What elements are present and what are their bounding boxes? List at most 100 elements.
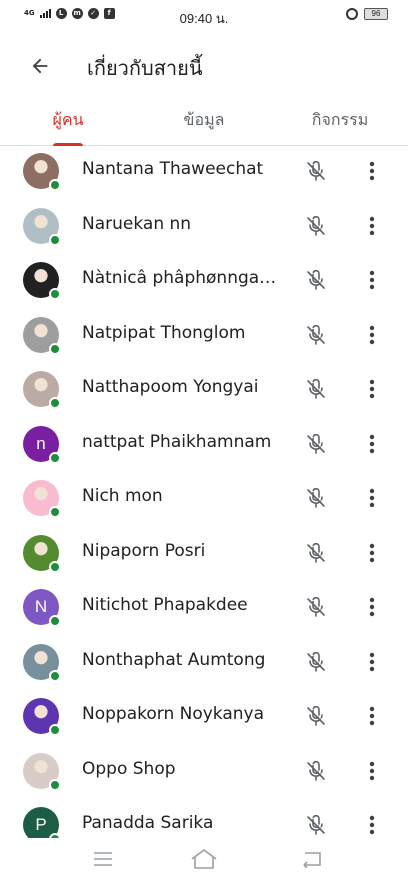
mic-status-button[interactable] bbox=[302, 539, 330, 567]
mic-off-icon bbox=[307, 760, 325, 781]
nav-back-button[interactable] bbox=[296, 846, 326, 872]
avatar bbox=[23, 643, 61, 682]
avatar bbox=[23, 153, 61, 191]
mic-status-button[interactable] bbox=[302, 266, 330, 294]
presence-indicator bbox=[49, 233, 61, 246]
mic-status-button[interactable] bbox=[302, 212, 330, 240]
participant-name: Panadda Sarika bbox=[82, 813, 214, 833]
participant-row[interactable]: N Nitichot Phapakdee bbox=[0, 580, 408, 634]
avatar bbox=[23, 698, 61, 736]
participant-name: Nantana Thaweechat bbox=[82, 159, 264, 179]
participant-row[interactable]: Natpipat Thonglom bbox=[0, 308, 408, 362]
participant-more-button[interactable] bbox=[358, 648, 386, 676]
nav-menu-button[interactable] bbox=[88, 846, 118, 872]
presence-indicator bbox=[49, 451, 61, 464]
participant-row[interactable]: Nipaporn Posri bbox=[0, 526, 408, 580]
participant-row[interactable]: Noppakorn Noykanya bbox=[0, 689, 408, 743]
participant-name: Natpipat Thonglom bbox=[82, 322, 246, 343]
more-vert-icon bbox=[369, 543, 375, 562]
participant-name: Nàtnicâ phâphønngamø bbox=[82, 268, 282, 288]
more-vert-icon bbox=[369, 761, 375, 780]
tab-people[interactable]: ผู้คน bbox=[32, 96, 104, 146]
arrow-left-icon bbox=[32, 58, 48, 74]
nav-home-button[interactable] bbox=[189, 846, 219, 872]
tab-activity[interactable]: กิจกรรม bbox=[300, 96, 380, 145]
participant-row[interactable]: P Panadda Sarika bbox=[0, 798, 408, 838]
mic-status-button[interactable] bbox=[302, 593, 330, 621]
avatar bbox=[23, 316, 61, 355]
tab-bar: ผู้คน ข้อมูล กิจกรรม bbox=[0, 96, 408, 146]
participant-more-button[interactable] bbox=[358, 811, 386, 838]
presence-indicator bbox=[49, 778, 61, 791]
presence-indicator bbox=[49, 288, 61, 300]
mic-status-button[interactable] bbox=[302, 157, 330, 185]
participant-row[interactable]: n nattpat Phaikhamnam bbox=[0, 417, 408, 471]
back-button[interactable] bbox=[24, 50, 56, 82]
back-icon bbox=[303, 852, 321, 868]
mic-status-button[interactable] bbox=[302, 321, 330, 349]
tab-activity-label: กิจกรรม bbox=[311, 110, 369, 129]
presence-indicator bbox=[49, 669, 61, 682]
more-vert-icon bbox=[369, 597, 375, 617]
participant-more-button[interactable] bbox=[358, 212, 386, 240]
mic-off-icon bbox=[307, 160, 325, 181]
mic-off-icon bbox=[307, 378, 325, 399]
participant-name: Nitichot Phapakdee bbox=[82, 595, 248, 615]
status-right: 96 bbox=[346, 8, 388, 20]
mic-status-button[interactable] bbox=[302, 484, 330, 512]
participant-row[interactable]: Nonthaphat Aumtong bbox=[0, 635, 408, 689]
page-title: เกี่ยวกับสายนี้ bbox=[87, 56, 203, 80]
battery-icon: 96 bbox=[364, 8, 388, 20]
participant-row[interactable]: Natthapoom Yongyai bbox=[0, 362, 408, 416]
participant-more-button[interactable] bbox=[358, 157, 386, 185]
mic-off-icon bbox=[307, 814, 325, 835]
participant-name: Naruekan nn bbox=[82, 213, 192, 234]
participant-name: Nipaporn Posri bbox=[82, 540, 206, 561]
participant-name: Natthapoom Yongyai bbox=[82, 377, 259, 397]
participant-more-button[interactable] bbox=[358, 266, 386, 294]
mic-off-icon bbox=[307, 596, 325, 617]
mic-status-button[interactable] bbox=[302, 702, 330, 730]
tab-info[interactable]: ข้อมูล bbox=[166, 96, 242, 145]
participant-more-button[interactable] bbox=[358, 430, 386, 458]
participant-more-button[interactable] bbox=[358, 375, 386, 403]
mic-status-button[interactable] bbox=[302, 811, 330, 838]
participant-more-button[interactable] bbox=[358, 702, 386, 730]
mic-off-icon bbox=[307, 215, 325, 236]
mic-status-button[interactable] bbox=[302, 375, 330, 403]
system-nav-bar bbox=[0, 838, 408, 883]
more-vert-icon bbox=[369, 488, 375, 508]
mic-off-icon bbox=[307, 542, 325, 563]
participant-name: nattpat Phaikhamnam bbox=[82, 431, 272, 452]
presence-indicator bbox=[49, 506, 61, 518]
participant-row[interactable]: Naruekan nn bbox=[0, 199, 408, 253]
avatar bbox=[23, 207, 61, 246]
participant-row[interactable]: Nich mon bbox=[0, 471, 408, 525]
mic-status-button[interactable] bbox=[302, 757, 330, 785]
presence-indicator bbox=[49, 724, 61, 736]
participant-more-button[interactable] bbox=[358, 321, 386, 349]
mic-off-icon bbox=[307, 487, 325, 508]
more-vert-icon bbox=[369, 652, 375, 671]
participant-row[interactable]: Nàtnicâ phâphønngamø bbox=[0, 253, 408, 307]
participant-more-button[interactable] bbox=[358, 757, 386, 785]
mic-status-button[interactable] bbox=[302, 648, 330, 676]
more-vert-icon bbox=[369, 270, 375, 290]
more-vert-icon bbox=[369, 434, 375, 453]
participant-row[interactable]: Oppo Shop bbox=[0, 744, 408, 798]
participant-name: Oppo Shop bbox=[82, 758, 176, 779]
participant-name: Nonthaphat Aumtong bbox=[82, 649, 266, 670]
presence-indicator bbox=[49, 397, 61, 409]
participant-row[interactable]: Nantana Thaweechat bbox=[0, 146, 408, 198]
participant-more-button[interactable] bbox=[358, 539, 386, 567]
mic-status-button[interactable] bbox=[302, 430, 330, 458]
participant-more-button[interactable] bbox=[358, 593, 386, 621]
avatar: n bbox=[23, 425, 61, 464]
status-bar: 4G L m ✓ f 09:40 น. 96 bbox=[0, 0, 408, 32]
avatar bbox=[23, 480, 61, 518]
mic-off-icon bbox=[307, 324, 325, 345]
avatar bbox=[23, 262, 61, 300]
participant-more-button[interactable] bbox=[358, 484, 386, 512]
participant-name: Nich mon bbox=[82, 486, 163, 506]
mic-off-icon bbox=[307, 433, 325, 454]
